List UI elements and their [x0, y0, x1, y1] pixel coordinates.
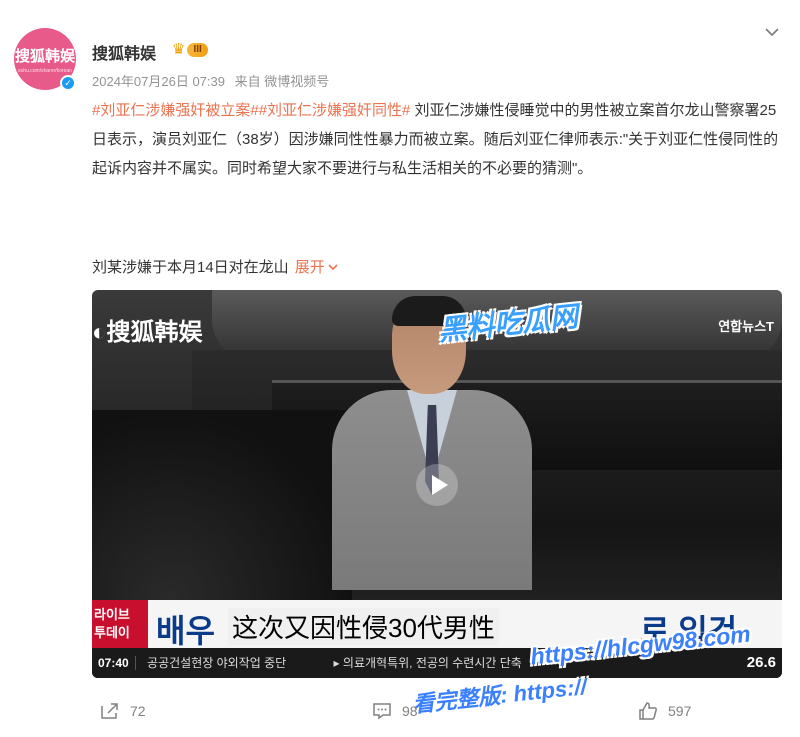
verified-icon: ✓ — [60, 75, 76, 91]
avatar-subtext: sohu.com/sharer/korean — [18, 67, 72, 74]
post-source: 来自 微博视频号 — [234, 74, 330, 89]
comment-icon — [373, 703, 391, 720]
ticker-bottom-text: ▸ 의료개혁특위, 전공의 수련시간 단축 — [333, 656, 522, 670]
video-summary: 刘某涉嫌于本月14日对在龙山 展开 — [92, 256, 339, 277]
avatar-text: 搜狐韩娱 — [14, 47, 75, 65]
comment-count: 98 — [402, 703, 418, 719]
broadcaster-logo: 연합뉴스T — [718, 319, 774, 334]
post-meta: 2024年07月26日 07:39 来自 微博视频号 — [92, 71, 335, 90]
hashtag-link[interactable]: #刘亚仁涉嫌强奸被立案# — [92, 102, 259, 119]
like-button[interactable]: 597 — [638, 702, 691, 720]
ticker-bottom-text: 공공건설현장 야외작업 중단 — [147, 656, 287, 670]
share-count: 72 — [130, 703, 146, 719]
live-label-line2: 투데이 — [94, 625, 130, 640]
share-icon — [101, 703, 118, 719]
level-badge: III — [187, 43, 208, 57]
video-logo-text: 搜狐韩娱 — [106, 319, 203, 346]
thumbs-up-icon — [639, 702, 657, 720]
crown-icon: ♛ — [172, 41, 186, 58]
video-channel-logo: ◐搜狐韩娱 — [92, 319, 203, 346]
comment-button[interactable]: 98 — [372, 702, 418, 720]
play-icon[interactable] — [416, 464, 458, 506]
author-name[interactable]: 搜狐韩娱 — [92, 40, 156, 64]
vip-badge[interactable]: ♛ III — [172, 41, 220, 59]
live-label: 라이브 투데이 — [92, 600, 148, 648]
action-bar: 72 98 597 — [0, 702, 800, 732]
post-date[interactable]: 2024年07月26日 07:39 — [92, 74, 225, 89]
like-count: 597 — [668, 703, 692, 719]
expand-label: 展开 — [294, 259, 325, 276]
chevron-down-icon[interactable] — [762, 22, 782, 42]
expand-link[interactable]: 展开 — [295, 259, 339, 276]
chevron-down-icon — [328, 264, 338, 271]
ticker-overlay-cn: 这次又因性侵30代男性 — [228, 608, 499, 645]
hashtag-link[interactable]: #刘亚仁涉嫌强奸同性# — [259, 102, 411, 119]
live-label-line1: 라이브 — [94, 607, 130, 622]
ticker-headline: 배우 — [156, 613, 215, 649]
share-button[interactable]: 72 — [100, 702, 146, 720]
summary-text: 刘某涉嫌于本月14日对在龙山 — [92, 259, 289, 276]
ticker-temperature: 26.6 — [746, 654, 776, 671]
post-body: #刘亚仁涉嫌强奸被立案##刘亚仁涉嫌强奸同性# 刘亚仁涉嫌性侵睡觉中的男性被立案… — [92, 96, 782, 183]
ticker-time: 07:40 — [92, 656, 136, 670]
